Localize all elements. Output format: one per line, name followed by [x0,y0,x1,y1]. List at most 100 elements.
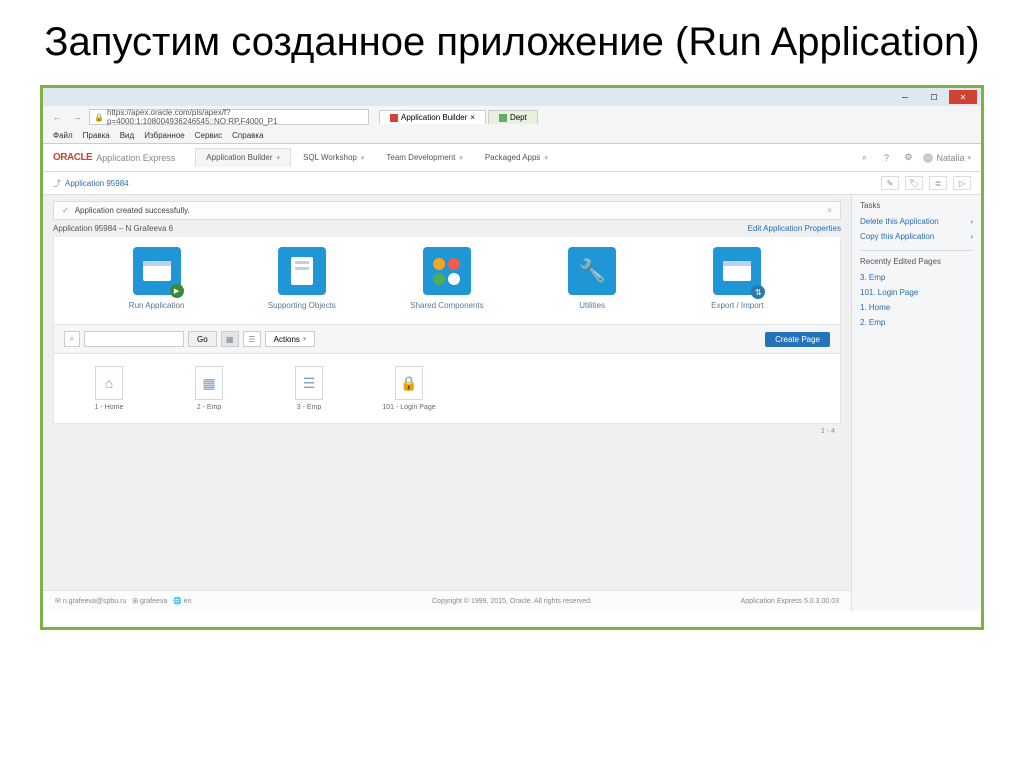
close-button[interactable]: ✕ [949,90,977,104]
up-icon[interactable]: ⤴ [53,178,61,189]
browser-tab-app-builder[interactable]: Application Builder × [379,110,486,124]
menu-favorites[interactable]: Избранное [144,131,185,140]
user-label: Natalia [936,153,964,163]
sidebar-recent-3-emp[interactable]: 3. Emp [860,270,973,285]
run-application-icon: ▶ [133,247,181,295]
tab-icon [390,114,398,122]
sidebar-link-delete-app[interactable]: Delete this Application› [860,214,973,229]
browser-menu: Файл Правка Вид Избранное Сервис Справка [43,128,981,143]
toolbar: ⌕ Go ▦ ☰ Actions▾ Create Page [53,325,841,354]
tile-label: Shared Components [410,301,483,310]
tab-close-icon[interactable]: × [470,113,475,122]
page-label: 2 - Emp [197,404,222,411]
menu-tools[interactable]: Сервис [195,131,222,140]
tab-application-builder[interactable]: Application Builder▾ [195,148,291,167]
page-label: 3 - Emp [297,404,322,411]
tab-label: Team Development [386,153,455,162]
menu-edit[interactable]: Правка [83,131,110,140]
run-icon[interactable]: ▷ [953,176,971,190]
sidebar-recent-101-login[interactable]: 101. Login Page [860,285,973,300]
edit-application-properties-link[interactable]: Edit Application Properties [748,224,841,233]
tab-sql-workshop[interactable]: SQL Workshop▾ [293,148,374,167]
sidebar-recent-title: Recently Edited Pages [860,257,973,266]
search-input[interactable] [84,331,184,347]
page-card-login[interactable]: 🔒 101 - Login Page [374,366,444,411]
supporting-objects-icon [278,247,326,295]
chevron-down-icon: ▾ [303,335,307,343]
menu-help[interactable]: Справка [232,131,263,140]
page-card-home[interactable]: ⌂ 1 - Home [74,366,144,411]
view-grid-button[interactable]: ▦ [221,331,239,347]
group-icon[interactable]: ≣ [929,176,947,190]
form-icon: ☰ [295,366,323,400]
minimize-button[interactable]: ─ [891,90,919,104]
go-button[interactable]: Go [188,331,217,347]
forward-button[interactable]: → [69,109,85,125]
browser-chrome: ─ ☐ ✕ ← → 🔒 https://apex.oracle.com/pls/… [43,88,981,144]
home-icon: ⌂ [95,366,123,400]
page-label: 1 - Home [95,404,124,411]
tile-label: Supporting Objects [268,301,336,310]
url-bar[interactable]: 🔒 https://apex.oracle.com/pls/apex/f?p=4… [89,109,369,125]
tab-packaged-apps[interactable]: Packaged Apps▾ [475,148,558,167]
chevron-down-icon: ▾ [459,154,463,162]
tile-label: Run Application [129,301,185,310]
search-icon[interactable]: ⌕ [857,151,871,165]
browser-tab-label: Dept [510,113,527,122]
breadcrumb-bar: ⤴ Application 95984 ✎ 🏷 ≣ ▷ [43,172,981,195]
url-text: https://apex.oracle.com/pls/apex/f?p=400… [107,108,364,126]
actions-label: Actions [274,335,300,344]
sidebar: Tasks Delete this Application› Copy this… [851,195,981,611]
slide-title: Запустим созданное приложение (Run Appli… [0,0,1024,75]
chevron-right-icon: › [970,217,973,226]
search-icon[interactable]: ⌕ [64,331,80,347]
chevron-down-icon: ▾ [544,154,548,162]
tile-shared-components[interactable]: Shared Components [392,247,502,310]
screenshot-frame: ─ ☐ ✕ ← → 🔒 https://apex.oracle.com/pls/… [40,85,984,630]
back-button[interactable]: ← [49,109,65,125]
tab-label: Packaged Apps [485,153,541,162]
app-title: Application 95984 – N Grafeeva 6 [53,224,173,233]
pages-count: 1 - 4 [53,426,841,437]
utilities-icon: 🔧 [568,247,616,295]
view-list-button[interactable]: ☰ [243,331,261,347]
oracle-tabs: Application Builder▾ SQL Workshop▾ Team … [195,148,558,167]
dismiss-icon[interactable]: × [827,206,832,215]
tile-run-application[interactable]: ▶ Run Application [102,247,212,310]
address-row: ← → 🔒 https://apex.oracle.com/pls/apex/f… [43,106,981,128]
user-menu[interactable]: Natalia▾ [923,153,971,163]
page-card-emp-3[interactable]: ☰ 3 - Emp [274,366,344,411]
oracle-logo: ORACLE [53,152,92,163]
tag-icon[interactable]: 🏷 [905,176,923,190]
actions-dropdown[interactable]: Actions▾ [265,331,316,347]
maximize-button[interactable]: ☐ [920,90,948,104]
tab-icon [499,114,507,122]
sidebar-separator [860,250,973,251]
settings-icon[interactable]: ⚙ [901,151,915,165]
menu-view[interactable]: Вид [120,131,134,140]
edit-icon[interactable]: ✎ [881,176,899,190]
footer-version: Application Express 5.0.3.00.03 [741,598,839,605]
browser-tab-dept[interactable]: Dept [488,110,538,124]
tile-export-import[interactable]: ⇅ Export / Import [682,247,792,310]
pages-row: ⌂ 1 - Home ▦ 2 - Emp ☰ 3 - Emp 🔒 101 - L… [53,354,841,424]
sidebar-link-copy-app[interactable]: Copy this Application› [860,229,973,244]
chevron-down-icon: ▾ [361,154,365,162]
help-icon[interactable]: ? [879,151,893,165]
create-page-button[interactable]: Create Page [765,332,830,347]
app-header: Application 95984 – N Grafeeva 6 Edit Ap… [43,220,851,237]
page-card-emp-2[interactable]: ▦ 2 - Emp [174,366,244,411]
tile-supporting-objects[interactable]: Supporting Objects [247,247,357,310]
sidebar-tasks-title: Tasks [860,201,973,210]
menu-file[interactable]: Файл [53,131,73,140]
sidebar-recent-2-emp[interactable]: 2. Emp [860,315,973,330]
success-text: Application created successfully. [75,206,190,215]
chevron-down-icon: ▾ [277,154,281,162]
breadcrumb[interactable]: Application 95984 [65,179,129,188]
sidebar-recent-1-home[interactable]: 1. Home [860,300,973,315]
main-column: ✓ Application created successfully. × Ap… [43,195,851,611]
tab-team-development[interactable]: Team Development ▾ [376,148,472,167]
tile-utilities[interactable]: 🔧 Utilities [537,247,647,310]
header-right: ⌕ ? ⚙ Natalia▾ [857,151,971,165]
browser-tab-label: Application Builder [401,113,467,122]
